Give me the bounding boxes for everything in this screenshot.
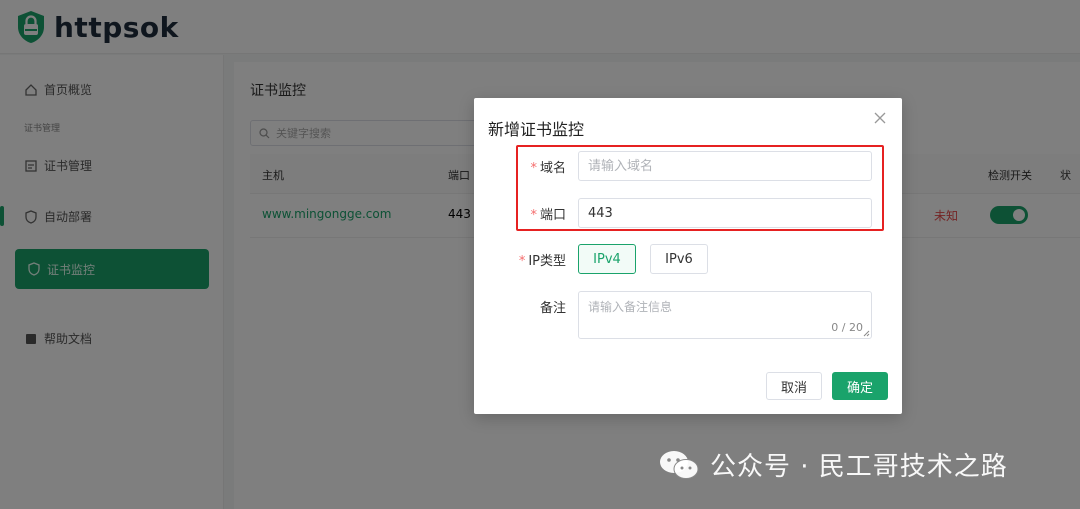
ipv6-radio-button[interactable]: IPv6	[650, 244, 708, 274]
note-textarea[interactable]: 请输入备注信息 0 / 20	[578, 291, 872, 339]
add-monitor-dialog: 新增证书监控 *域名 *端口 443 *IP类型 IPv4 IPv6 备注 请输…	[474, 98, 902, 414]
cancel-button[interactable]: 取消	[766, 372, 822, 400]
watermark: 公众号 · 民工哥技术之路	[658, 446, 1008, 483]
resize-handle-icon[interactable]	[862, 329, 870, 337]
ip-type-label: * IP类型	[518, 254, 566, 269]
dialog-title: 新增证书监控	[488, 120, 585, 139]
wechat-icon	[660, 450, 699, 479]
port-label: * 端口	[530, 208, 566, 223]
watermark-text: 公众号 · 民工哥技术之路	[710, 452, 1008, 482]
domain-input[interactable]	[578, 151, 872, 181]
close-icon[interactable]	[872, 110, 888, 126]
ipv4-radio-button[interactable]: IPv4	[578, 244, 636, 274]
note-placeholder: 请输入备注信息	[588, 300, 673, 314]
char-counter: 0 / 20	[831, 321, 863, 334]
note-label: 备注	[539, 301, 566, 316]
port-input[interactable]: 443	[578, 198, 872, 228]
confirm-button[interactable]: 确定	[832, 372, 888, 400]
domain-label: * 域名	[530, 161, 566, 176]
